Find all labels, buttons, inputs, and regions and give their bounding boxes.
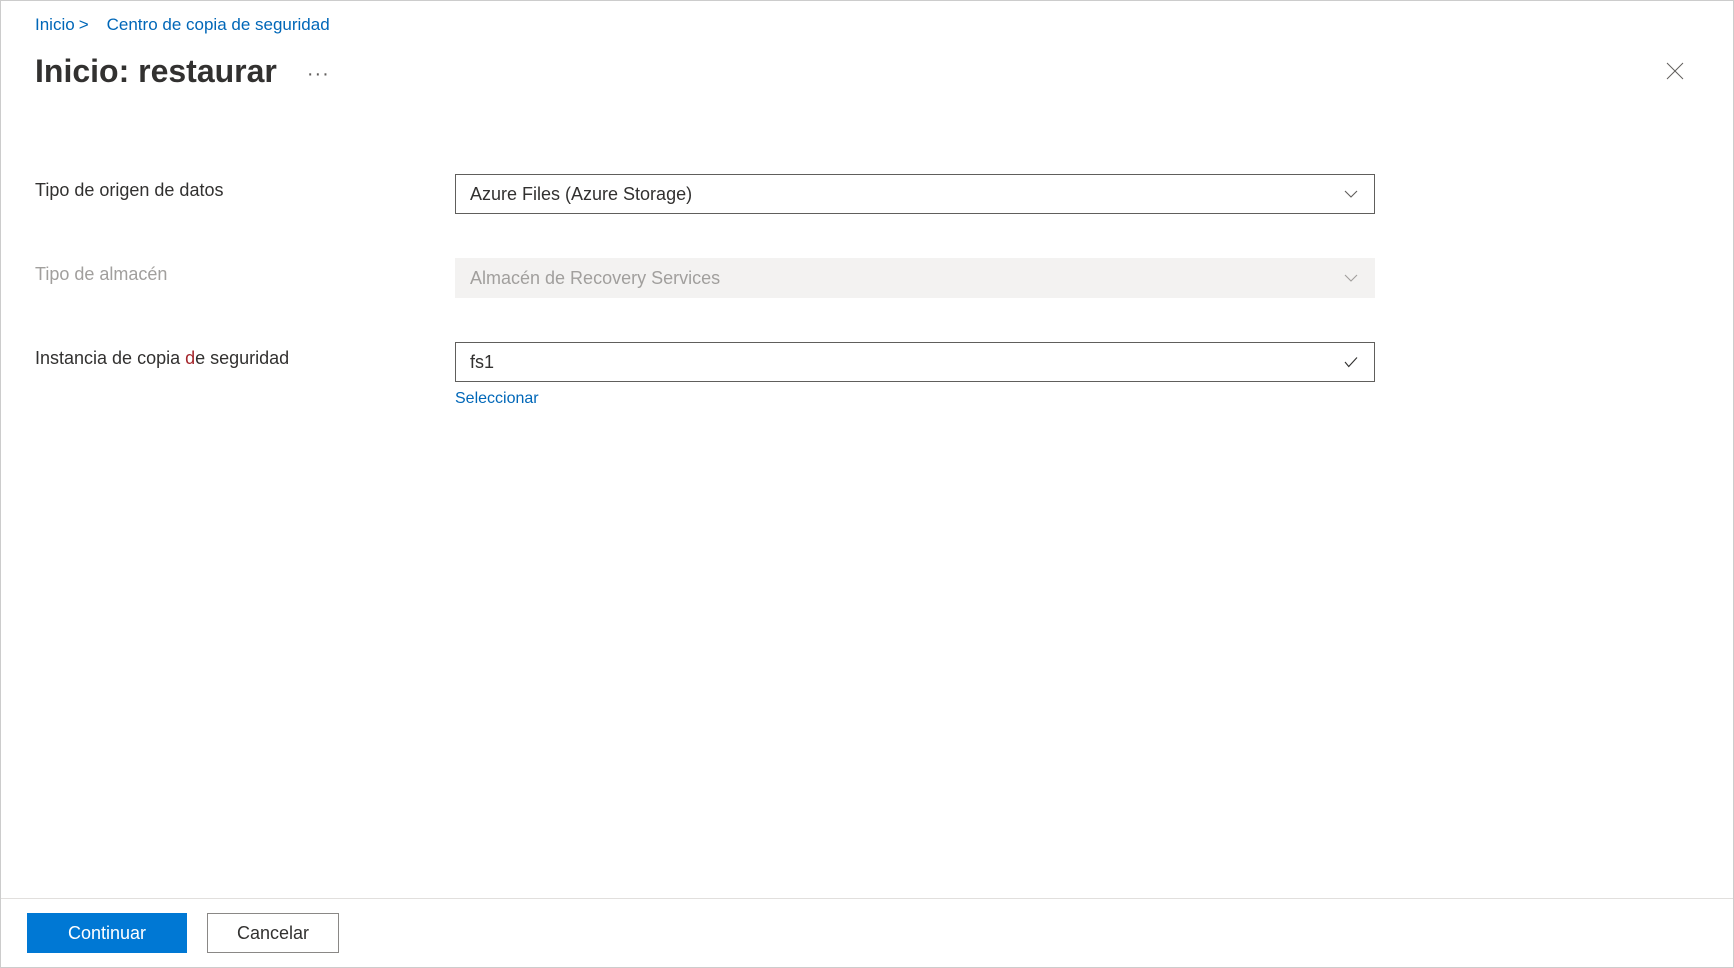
continue-button[interactable]: Continuar <box>27 913 187 953</box>
datasource-type-value: Azure Files (Azure Storage) <box>470 184 692 205</box>
page-header: Inicio: restaurar ··· <box>1 43 1733 94</box>
select-instance-link[interactable]: Seleccionar <box>455 390 1375 408</box>
close-icon <box>1663 59 1687 83</box>
footer: Continuar Cancelar <box>1 898 1733 967</box>
vault-type-label: Tipo de almacén <box>35 258 455 285</box>
breadcrumb-separator: > <box>79 15 89 35</box>
backup-instance-label: Instancia de copia de seguridad <box>35 342 455 369</box>
backup-instance-select[interactable]: fs1 <box>455 342 1375 382</box>
form-area: Tipo de origen de datos Azure Files (Azu… <box>1 94 1733 898</box>
cancel-button[interactable]: Cancelar <box>207 913 339 953</box>
vault-type-value: Almacén de Recovery Services <box>470 268 720 289</box>
chevron-down-icon <box>1342 185 1360 203</box>
datasource-type-select[interactable]: Azure Files (Azure Storage) <box>455 174 1375 214</box>
backup-instance-row: Instancia de copia de seguridad fs1 Sele… <box>35 342 1699 408</box>
breadcrumb-backup-center[interactable]: Centro de copia de seguridad <box>107 15 330 35</box>
vault-type-select: Almacén de Recovery Services <box>455 258 1375 298</box>
chevron-down-icon <box>1342 269 1360 287</box>
page-title: Inicio: restaurar <box>35 53 277 90</box>
backup-instance-value: fs1 <box>470 352 494 373</box>
check-icon <box>1342 353 1360 371</box>
vault-type-row: Tipo de almacén Almacén de Recovery Serv… <box>35 258 1699 298</box>
more-actions-button[interactable]: ··· <box>307 57 330 86</box>
breadcrumb-home[interactable]: Inicio <box>35 15 75 35</box>
close-button[interactable] <box>1657 53 1693 94</box>
breadcrumb: Inicio > Centro de copia de seguridad <box>1 1 1733 43</box>
datasource-type-row: Tipo de origen de datos Azure Files (Azu… <box>35 174 1699 214</box>
datasource-type-label: Tipo de origen de datos <box>35 174 455 201</box>
